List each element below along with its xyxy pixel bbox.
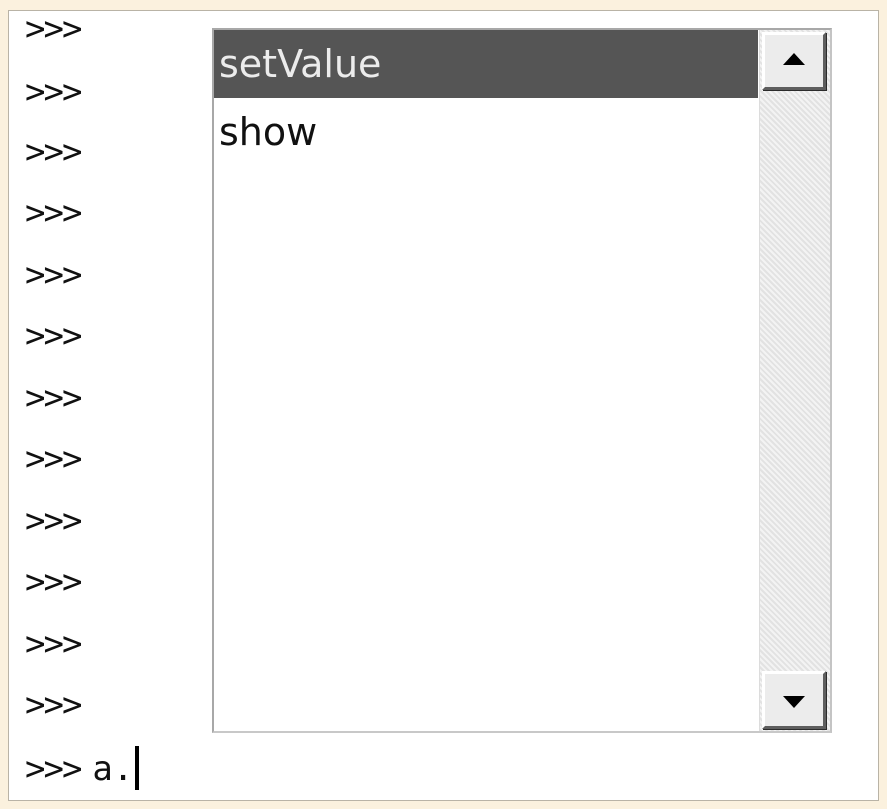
console-prompt: >>> [25,132,82,172]
python-console-window: >>> >>> >>> >>> >>> >>> >>> >>> >>> >>> … [8,10,879,801]
console-input-text[interactable]: a. [92,749,133,789]
console-prompt: >>> [25,749,82,789]
console-prompt: >>> [25,316,82,356]
scroll-up-button[interactable] [762,32,826,90]
console-prompt: >>> [25,501,82,541]
console-prompt: >>> [25,624,82,664]
autocomplete-item-show[interactable]: show [214,98,758,166]
scroll-up-arrow-icon [783,53,805,65]
autocomplete-list: setValue show [214,30,758,731]
console-prompt: >>> [25,439,82,479]
console-input-line[interactable]: >>> a. [25,746,140,790]
scroll-down-arrow-icon [783,696,805,708]
console-prompt: >>> [25,685,82,725]
console-prompt: >>> [25,72,82,112]
autocomplete-item-setvalue[interactable]: setValue [214,30,758,98]
console-prompt: >>> [25,562,82,602]
console-prompt: >>> [25,378,82,418]
text-cursor [135,746,140,790]
console-prompt: >>> [25,193,82,233]
vertical-scrollbar[interactable] [759,30,830,731]
autocomplete-popup: setValue show [212,28,832,733]
console-prompt: >>> [25,10,82,49]
console-prompt: >>> [25,255,82,295]
scroll-down-button[interactable] [762,671,826,729]
